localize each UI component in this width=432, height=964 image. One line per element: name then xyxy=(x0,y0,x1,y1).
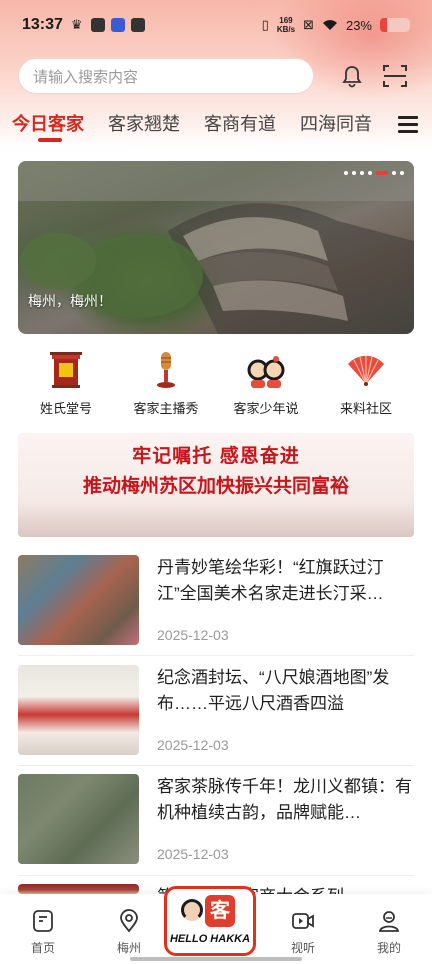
mascot-icon xyxy=(181,899,203,921)
status-right: ▯ 169 KB/s ⊠ 23% xyxy=(262,16,410,34)
carousel-dot xyxy=(344,171,348,175)
channel-tabs: 今日客家 客家翘楚 客商有道 四海同音 xyxy=(0,110,432,150)
carousel-indicator xyxy=(344,171,404,175)
network-speed: 169 KB/s xyxy=(277,16,295,34)
promo-headline: 牢记嘱托 感恩奋进 xyxy=(132,445,300,467)
home-icon xyxy=(33,910,53,932)
carousel-dot xyxy=(400,171,404,175)
news-title: 纪念酒封坛、“八尺娘酒地图”发布……平远八尺酒香四溢 xyxy=(157,668,390,713)
news-date: 2025-12-03 xyxy=(157,846,229,862)
microphone-icon xyxy=(157,352,175,388)
hello-hakka-label: HELLO HAKKA xyxy=(169,933,251,945)
nav-profile[interactable]: 我的 xyxy=(354,894,424,956)
quick-link-anchor-show[interactable]: 客家主播秀 xyxy=(118,350,214,420)
bell-icon[interactable] xyxy=(340,64,364,88)
carousel-dot-active xyxy=(376,171,388,175)
search-input[interactable]: 请输入搜索内容 xyxy=(18,58,314,94)
hakka-logo-icon: 客 xyxy=(205,895,235,927)
nav-label: 首页 xyxy=(30,941,55,955)
quick-link-label: 姓氏堂号 xyxy=(39,401,92,416)
profile-icon xyxy=(378,911,400,932)
quick-link-community[interactable]: 来料社区 xyxy=(318,350,414,420)
scan-icon[interactable] xyxy=(382,64,408,88)
app-notification-icon xyxy=(90,18,105,32)
divider xyxy=(18,765,414,766)
home-indicator[interactable] xyxy=(130,957,302,961)
video-icon xyxy=(292,913,314,929)
carousel-dot xyxy=(368,171,372,175)
speed-unit: KB/s xyxy=(276,25,296,34)
quick-link-label: 客家主播秀 xyxy=(133,401,199,416)
quick-links: 姓氏堂号 客家主播秀 客家少年说 来料社区 xyxy=(18,350,414,420)
promo-banner[interactable]: 牢记嘱托 感恩奋进 推动梅州苏区加快振兴共同富裕 xyxy=(18,433,414,537)
nav-label: 梅州 xyxy=(116,941,141,955)
news-item[interactable]: 客家茶脉传千年！龙川义都镇：有机种植续古韵，品牌赋能… 2025-12-03 xyxy=(18,774,414,866)
news-thumbnail xyxy=(18,774,139,864)
nav-label: 我的 xyxy=(376,941,401,955)
tab-hakka-business[interactable]: 客商有道 xyxy=(204,110,276,136)
news-title: 丹青妙笔绘华彩！“红旗跃过汀江”全国美术名家走进长汀采… xyxy=(157,558,384,603)
promo-subheadline: 推动梅州苏区加快振兴共同富裕 xyxy=(82,475,349,497)
carousel-dot xyxy=(352,171,356,175)
tab-hakka-elite[interactable]: 客家翘楚 xyxy=(108,110,180,136)
nav-meizhou[interactable]: 梅州 xyxy=(94,894,164,956)
news-item[interactable]: 丹青妙笔绘华彩！“红旗跃过汀江”全国美术名家走进长汀采… 2025-12-03 xyxy=(18,555,414,647)
tab-four-seas[interactable]: 四海同音 xyxy=(300,110,372,136)
divider xyxy=(18,655,414,656)
quick-link-youth-talk[interactable]: 客家少年说 xyxy=(218,350,314,420)
news-item[interactable]: 纪念酒封坛、“八尺娘酒地图”发布……平远八尺酒香四溢 2025-12-03 xyxy=(18,665,414,757)
news-date: 2025-12-03 xyxy=(157,627,229,643)
nav-label: 视听 xyxy=(290,941,315,955)
sim-icon: ⊠ xyxy=(303,17,314,32)
banner-carousel[interactable]: 梅州，梅州！ xyxy=(18,161,414,334)
play-app-icon xyxy=(110,18,125,32)
divider xyxy=(18,875,414,876)
status-bar: 13:37 ♛ ▯ 169 KB/s ⊠ 23% xyxy=(0,0,432,50)
mail-icon xyxy=(130,18,145,32)
bottom-nav: 首页 梅州 客 HELLO HAKKA 视听 我的 xyxy=(0,886,432,964)
promo-skyline xyxy=(18,503,414,537)
wifi-icon xyxy=(322,20,337,30)
fan-icon xyxy=(348,355,384,386)
quick-link-label: 客家少年说 xyxy=(233,401,299,416)
battery-icon xyxy=(380,18,410,32)
crown-icon: ♛ xyxy=(70,17,83,32)
location-pin-icon xyxy=(120,909,138,933)
news-thumbnail xyxy=(18,555,139,645)
notification-icons: ♛ xyxy=(71,18,145,32)
news-date: 2025-12-03 xyxy=(157,737,229,753)
menu-icon[interactable] xyxy=(398,116,418,133)
carousel-dot xyxy=(392,171,396,175)
ancestral-hall-icon xyxy=(50,352,82,388)
search-placeholder: 请输入搜索内容 xyxy=(33,68,139,86)
quick-link-surname-hall[interactable]: 姓氏堂号 xyxy=(18,350,114,420)
news-thumbnail xyxy=(18,884,139,894)
banner-caption: 梅州，梅州！ xyxy=(28,293,112,309)
battery-percent: 23% xyxy=(345,17,372,33)
news-thumbnail xyxy=(18,665,139,755)
nav-home[interactable]: 首页 xyxy=(8,894,78,956)
search-row: 请输入搜索内容 xyxy=(18,58,418,94)
tab-today-hakka[interactable]: 今日客家 xyxy=(12,110,84,142)
nav-video[interactable]: 视听 xyxy=(268,894,338,956)
children-icon xyxy=(247,356,285,388)
carousel-dot xyxy=(360,171,364,175)
news-title: 客家茶脉传千年！龙川义都镇：有机种植续古韵，品牌赋能… xyxy=(157,777,412,822)
vibrate-icon: ▯ xyxy=(261,17,269,32)
quick-link-label: 来料社区 xyxy=(339,401,392,416)
status-time: 13:37 xyxy=(22,16,63,33)
hello-hakka-button[interactable]: 客 HELLO HAKKA xyxy=(164,886,256,956)
speed-value: 169 xyxy=(279,16,293,25)
